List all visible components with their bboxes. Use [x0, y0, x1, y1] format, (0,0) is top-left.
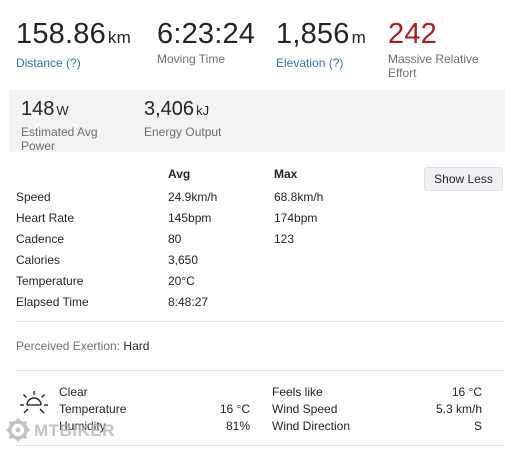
row-label: Temperature	[16, 274, 84, 288]
elevation-stat: 1,856 m Elevation (?)	[276, 18, 366, 70]
distance-stat: 158.86 km Distance (?)	[16, 18, 131, 70]
row-avg: 8:48:27	[168, 295, 209, 309]
row-max: 123	[274, 232, 295, 246]
weather-condition: Clear	[59, 385, 88, 399]
row-label: Calories	[16, 253, 61, 267]
table-row: Calories 3,650	[16, 253, 506, 274]
wind-direction-value: S	[473, 419, 482, 433]
divider	[16, 445, 504, 446]
watermark-text: MTBIKER	[34, 421, 115, 440]
exertion-label: Perceived Exertion:	[16, 339, 121, 353]
feels-like-label: Feels like	[272, 385, 323, 399]
show-less-button[interactable]: Show Less	[424, 167, 503, 191]
temperature-value: 16 °C	[219, 402, 250, 416]
divider	[16, 370, 504, 371]
wind-speed-value: 5.3 km/h	[435, 402, 482, 416]
table-row: Speed 24.9km/h 68.8km/h	[16, 190, 506, 211]
relative-effort-value: 242	[388, 18, 437, 50]
perceived-exertion: Perceived Exertion: Hard	[16, 339, 149, 353]
moving-time-value: 6:23:24	[157, 18, 256, 50]
table-row: Heart Rate 145bpm 174bpm	[16, 211, 506, 232]
relative-effort-stat: 242 Massive Relative Effort	[388, 18, 508, 80]
top-stats: 158.86 km Distance (?) 6:23:24 Moving Tim…	[0, 0, 521, 88]
table-row: Cadence 80 123	[16, 232, 506, 253]
exertion-value: Hard	[123, 339, 150, 353]
moving-time-label: Moving Time	[157, 52, 226, 66]
temperature-label: Temperature	[59, 402, 127, 416]
distance-value: 158.86 km	[16, 18, 131, 50]
gear-icon	[6, 418, 30, 442]
table-row: Temperature 20°C	[16, 274, 506, 295]
avg-power-label: Estimated Avg Power	[21, 125, 98, 153]
divider	[16, 321, 504, 322]
row-avg: 24.9km/h	[168, 190, 218, 204]
row-max: 68.8km/h	[274, 190, 324, 204]
elevation-label-link[interactable]: Elevation (?)	[276, 56, 366, 70]
distance-label-link[interactable]: Distance (?)	[16, 56, 131, 70]
humidity-value: 81%	[225, 419, 250, 433]
max-column-header: Max	[274, 167, 298, 181]
row-label: Elapsed Time	[16, 295, 89, 309]
sun-icon	[20, 391, 48, 414]
secondary-stats-panel: 148 W Estimated Avg Power 3,406 kJ Energy …	[9, 90, 505, 153]
row-avg: 80	[168, 232, 182, 246]
table-row: Elapsed Time 8:48:27	[16, 295, 506, 316]
avg-column-header: Avg	[168, 167, 191, 181]
energy-output-value: 3,406 kJ	[144, 98, 210, 120]
row-avg: 20°C	[168, 274, 195, 288]
avg-power-stat: 148 W Estimated Avg Power	[21, 98, 131, 153]
energy-output-stat: 3,406 kJ Energy Output	[144, 98, 221, 139]
row-label: Cadence	[16, 232, 65, 246]
row-avg: 3,650	[168, 253, 199, 267]
row-max: 174bpm	[274, 211, 318, 225]
energy-output-label: Energy Output	[144, 125, 222, 139]
row-label: Speed	[16, 190, 51, 204]
row-label: Heart Rate	[16, 211, 75, 225]
relative-effort-label: Massive Relative Effort	[388, 52, 479, 80]
wind-speed-label: Wind Speed	[272, 402, 338, 416]
elevation-value: 1,856 m	[276, 18, 366, 50]
moving-time-stat: 6:23:24 Moving Time	[157, 18, 255, 66]
avg-power-value: 148 W	[21, 98, 69, 120]
feels-like-value: 16 °C	[451, 385, 482, 399]
wind-direction-label: Wind Direction	[272, 419, 351, 433]
row-avg: 145bpm	[168, 211, 212, 225]
